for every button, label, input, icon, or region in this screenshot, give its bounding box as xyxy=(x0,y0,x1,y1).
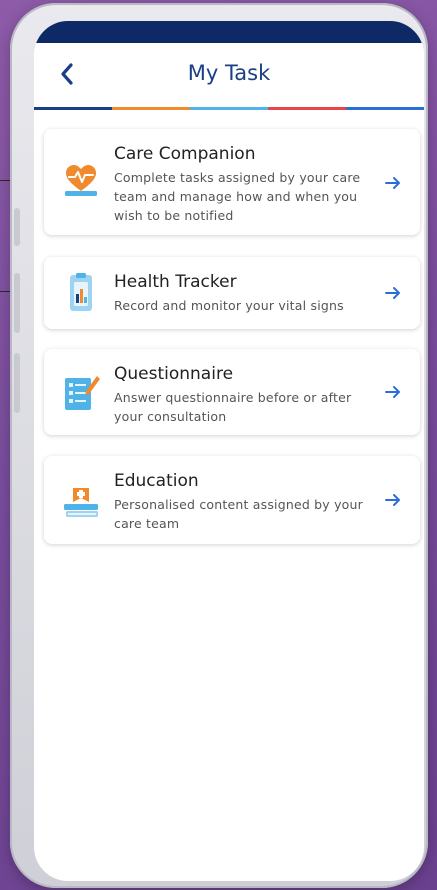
task-description: Personalised content assigned by your ca… xyxy=(114,497,363,531)
stripe-segment xyxy=(190,107,268,110)
task-description: Record and monitor your vital signs xyxy=(114,298,344,313)
task-card-questionnaire[interactable]: Questionnaire Answer questionnaire befor… xyxy=(44,349,420,435)
page-title: My Task xyxy=(187,61,271,85)
task-title: Education xyxy=(114,471,199,491)
arrow-right-icon xyxy=(385,494,400,506)
questionnaire-icon xyxy=(65,376,100,410)
task-description: Answer questionnaire before or after you… xyxy=(114,390,352,424)
task-title: Care Companion xyxy=(114,144,256,164)
arrow-right-icon xyxy=(385,287,400,299)
stripe-segment xyxy=(346,107,424,110)
task-title: Health Tracker xyxy=(114,272,237,292)
header-bar: My Task xyxy=(34,43,424,107)
side-button-middle xyxy=(14,273,20,333)
side-button-top xyxy=(14,208,20,246)
health-tracker-icon xyxy=(70,273,92,311)
task-card-education[interactable]: Education Personalised content assigned … xyxy=(44,456,420,544)
page-background: { "header": { "title": "My Task", "back_… xyxy=(0,0,437,890)
stripe-segment xyxy=(112,107,190,110)
task-card-health-tracker[interactable]: Health Tracker Record and monitor your v… xyxy=(44,257,420,329)
task-title: Questionnaire xyxy=(114,364,234,384)
task-card-care-companion[interactable]: Care Companion Complete tasks assigned b… xyxy=(44,129,420,235)
task-description: Complete tasks assigned by your care tea… xyxy=(114,170,361,223)
side-button-bottom xyxy=(14,353,20,413)
education-books-icon xyxy=(64,488,98,517)
header-color-stripe xyxy=(34,107,424,110)
arrow-right-icon xyxy=(385,386,400,398)
stripe-segment xyxy=(268,107,346,110)
heart-monitor-icon xyxy=(65,165,97,196)
status-bar xyxy=(34,21,424,43)
app-screen: My Task Care Companion Complete tasks as… xyxy=(34,21,424,881)
phone-frame: My Task Care Companion Complete tasks as… xyxy=(10,3,428,888)
arrow-right-icon xyxy=(385,177,400,189)
stripe-segment xyxy=(34,107,112,110)
